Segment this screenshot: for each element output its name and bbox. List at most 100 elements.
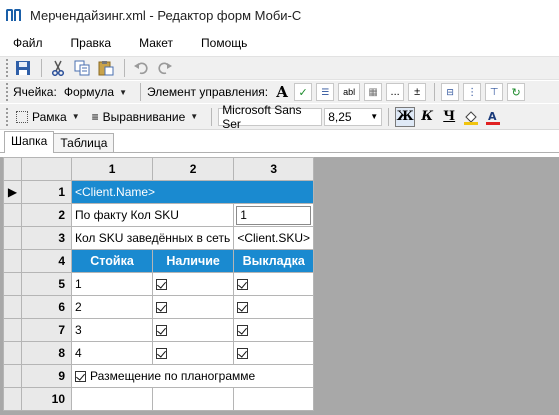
refresh-icon[interactable]: ↻ — [507, 83, 526, 101]
toolbar-grip[interactable] — [6, 107, 9, 126]
grid-corner — [21, 157, 72, 181]
display-checkbox[interactable] — [237, 302, 249, 314]
checkbox-control-icon[interactable]: ✓ — [294, 83, 313, 101]
column-header[interactable]: 3 — [233, 157, 315, 181]
row-header[interactable]: 2 — [21, 203, 72, 227]
row-selector — [3, 318, 22, 342]
save-icon[interactable] — [13, 58, 33, 78]
undo-icon[interactable] — [131, 58, 151, 78]
column-header[interactable]: 2 — [152, 157, 235, 181]
availability-cell[interactable] — [152, 272, 235, 296]
availability-checkbox[interactable] — [156, 348, 168, 360]
insert-row-icon[interactable]: ⊟ — [441, 83, 460, 101]
display-checkbox[interactable] — [237, 348, 249, 360]
empty-cell[interactable] — [152, 387, 235, 411]
tab-header[interactable]: Шапка — [4, 131, 55, 153]
cut-icon[interactable] — [48, 58, 68, 78]
control-label: Элемент управления: — [147, 85, 269, 99]
row-selector — [3, 341, 22, 365]
display-checkbox[interactable] — [237, 279, 249, 291]
row-header[interactable]: 7 — [21, 318, 72, 342]
menu-layout[interactable]: Макет — [136, 34, 176, 52]
fact-sku-input[interactable]: 1 — [236, 205, 312, 225]
toolbar-separator — [211, 107, 213, 126]
availability-cell[interactable] — [152, 295, 235, 319]
current-row-arrow-icon: ▶ — [3, 180, 22, 204]
row-header[interactable]: 4 — [21, 249, 72, 273]
stand-cell[interactable]: 4 — [70, 341, 154, 365]
availability-header-cell[interactable]: Наличие — [152, 249, 235, 273]
menu-edit[interactable]: Правка — [68, 34, 115, 52]
planogram-cell[interactable]: Размещение по планограмме — [70, 364, 315, 388]
frame-label: Рамка — [32, 109, 67, 124]
display-cell[interactable] — [233, 318, 315, 342]
paste-icon[interactable] — [96, 58, 116, 78]
network-sku-value-cell[interactable]: <Client.SKU> — [233, 226, 315, 250]
stand-cell[interactable]: 2 — [70, 295, 154, 319]
toolbar-separator — [140, 83, 142, 101]
align-select[interactable]: ≡ Выравнивание ▼ — [89, 108, 202, 126]
availability-checkbox[interactable] — [156, 325, 168, 337]
menu-help[interactable]: Помощь — [198, 34, 250, 52]
display-checkbox[interactable] — [237, 325, 249, 337]
empty-cell[interactable] — [233, 387, 315, 411]
availability-cell[interactable] — [152, 341, 235, 365]
display-cell[interactable] — [233, 341, 315, 365]
stand-cell[interactable]: 3 — [70, 318, 154, 342]
bold-button[interactable]: Ж — [395, 106, 416, 127]
tree-icon[interactable]: ⊤ — [485, 83, 504, 101]
row-header[interactable]: 1 — [21, 180, 72, 204]
availability-checkbox[interactable] — [156, 279, 168, 291]
toolbar-separator — [124, 59, 125, 77]
copy-icon[interactable] — [72, 58, 92, 78]
underline-button[interactable]: Ч — [439, 107, 459, 127]
list-control-icon[interactable]: ☰ — [316, 83, 335, 101]
row-selector — [3, 295, 22, 319]
grid-control-icon[interactable]: ▦ — [364, 83, 383, 101]
toolbar-grip[interactable] — [6, 59, 9, 77]
font-size-value: 8,25 — [328, 109, 352, 124]
toolbar-grip[interactable] — [6, 83, 9, 101]
redo-icon[interactable] — [155, 58, 175, 78]
fill-color-icon[interactable] — [461, 107, 481, 127]
stepper-control-icon[interactable]: ± — [408, 83, 427, 101]
display-cell[interactable] — [233, 295, 315, 319]
column-header[interactable]: 1 — [70, 157, 154, 181]
row-header[interactable]: 8 — [21, 341, 72, 365]
row-header[interactable]: 9 — [21, 364, 72, 388]
menu-file[interactable]: Файл — [10, 34, 46, 52]
fact-sku-input-cell[interactable]: 1 — [233, 203, 315, 227]
font-color-icon[interactable]: A — [483, 107, 503, 127]
row-header[interactable]: 5 — [21, 272, 72, 296]
network-sku-label-cell[interactable]: Кол SKU заведённых в сеть — [70, 226, 235, 250]
empty-cell[interactable] — [70, 387, 154, 411]
font-name-field[interactable]: Microsoft Sans Ser — [218, 103, 323, 131]
svg-text:A: A — [488, 110, 497, 123]
planogram-checkbox[interactable] — [75, 371, 86, 383]
title-bar: Мерчендайзинг.xml - Редактор форм Моби-С — [0, 0, 559, 30]
stand-cell[interactable]: 1 — [70, 272, 154, 296]
frame-select[interactable]: Рамка ▼ — [13, 108, 83, 126]
row-selector — [3, 364, 22, 388]
tab-table[interactable]: Таблица — [53, 133, 115, 153]
hierarchy-icon[interactable]: ⋮ — [463, 83, 482, 101]
form-grid-area: 1 2 3 ▶ 1 <Client.Name> 2 По факту Кол S… — [0, 157, 559, 415]
textbox-control-icon[interactable]: abl — [338, 83, 361, 101]
row-header[interactable]: 6 — [21, 295, 72, 319]
row-header[interactable]: 10 — [21, 387, 72, 411]
display-cell[interactable] — [233, 272, 315, 296]
availability-cell[interactable] — [152, 318, 235, 342]
availability-checkbox[interactable] — [156, 302, 168, 314]
fact-sku-label-cell[interactable]: По факту Кол SKU — [70, 203, 235, 227]
align-icon: ≡ — [91, 109, 99, 124]
font-size-field[interactable]: 8,25 ▼ — [324, 107, 383, 126]
row-header[interactable]: 3 — [21, 226, 72, 250]
italic-button[interactable]: К — [417, 107, 437, 127]
toolbar-separator — [434, 83, 436, 101]
dots-control-icon[interactable]: ... — [386, 83, 405, 101]
display-header-cell[interactable]: Выкладка — [233, 249, 315, 273]
text-control-icon[interactable]: A — [272, 82, 292, 102]
stand-header-cell[interactable]: Стойка — [70, 249, 154, 273]
client-name-cell[interactable]: <Client.Name> — [70, 180, 315, 204]
cell-type-select[interactable]: Формула ▼ — [61, 83, 130, 101]
